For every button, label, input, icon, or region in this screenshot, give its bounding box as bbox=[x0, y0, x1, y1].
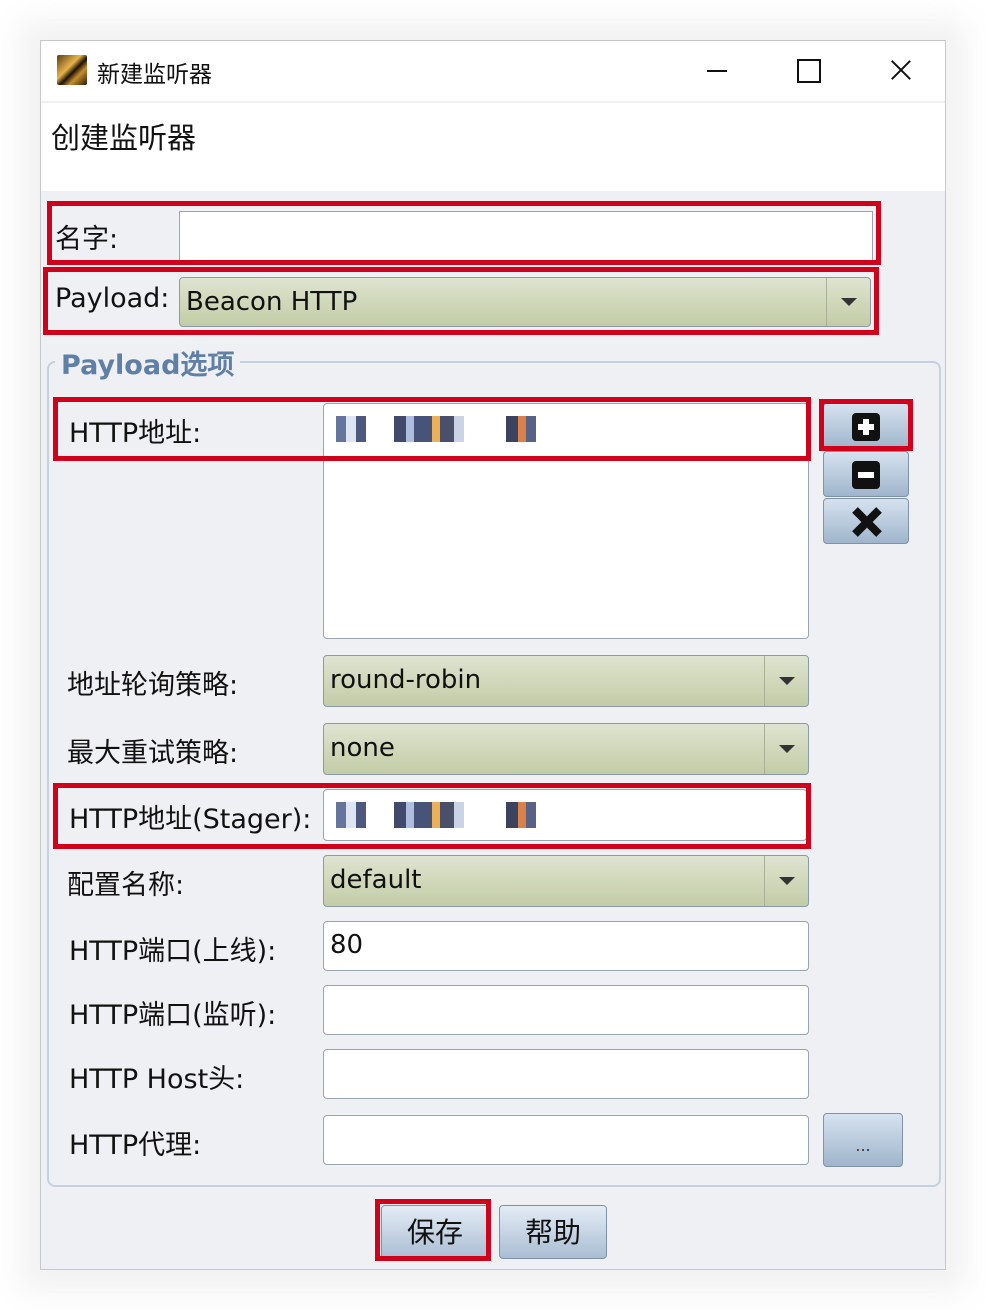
save-button-highlight bbox=[375, 1199, 491, 1261]
add-button-highlight bbox=[819, 399, 913, 451]
minus-square-icon bbox=[852, 461, 880, 489]
header-panel: 创建监听器 bbox=[41, 103, 945, 191]
app-icon bbox=[57, 55, 87, 85]
port-callback-input[interactable]: 80 bbox=[323, 921, 809, 971]
minimize-button[interactable] bbox=[693, 51, 743, 91]
rotation-select[interactable]: round-robin bbox=[323, 655, 809, 707]
profile-label: 配置名称: bbox=[67, 870, 185, 901]
http-address-highlight bbox=[53, 397, 811, 461]
clear-addresses-button[interactable] bbox=[823, 498, 909, 544]
chevron-down-icon bbox=[764, 656, 808, 706]
window-title: 新建监听器 bbox=[97, 62, 212, 88]
retry-label: 最大重试策略: bbox=[67, 738, 239, 769]
port-bind-input[interactable] bbox=[323, 985, 809, 1035]
name-highlight bbox=[47, 201, 881, 265]
maximize-button[interactable] bbox=[783, 51, 833, 91]
title-bar: 新建监听器 bbox=[41, 41, 945, 101]
help-button[interactable]: 帮助 bbox=[499, 1205, 607, 1259]
stager-highlight bbox=[53, 783, 811, 849]
remove-address-button[interactable] bbox=[823, 451, 909, 497]
payload-highlight bbox=[43, 267, 879, 335]
proxy-input[interactable] bbox=[323, 1115, 809, 1165]
retry-select[interactable]: none bbox=[323, 723, 809, 775]
header-title: 创建监听器 bbox=[51, 121, 197, 155]
proxy-config-button[interactable]: ... bbox=[823, 1113, 903, 1167]
chevron-down-icon bbox=[764, 724, 808, 774]
host-header-input[interactable] bbox=[323, 1049, 809, 1099]
new-listener-window: 新建监听器 创建监听器 名字: Payload: Beacon HTTP Pay… bbox=[40, 40, 946, 1270]
close-button[interactable] bbox=[875, 51, 925, 91]
profile-select[interactable]: default bbox=[323, 855, 809, 907]
chevron-down-icon bbox=[764, 856, 808, 906]
port-bind-label: HTTP端口(监听): bbox=[69, 1000, 277, 1031]
payload-options-title: Payload选项 bbox=[55, 343, 241, 382]
proxy-label: HTTP代理: bbox=[69, 1130, 202, 1161]
rotation-label: 地址轮询策略: bbox=[67, 670, 239, 701]
x-icon bbox=[850, 505, 884, 539]
port-callback-label: HTTP端口(上线): bbox=[69, 936, 277, 967]
host-header-label: HTTP Host头: bbox=[69, 1064, 245, 1095]
